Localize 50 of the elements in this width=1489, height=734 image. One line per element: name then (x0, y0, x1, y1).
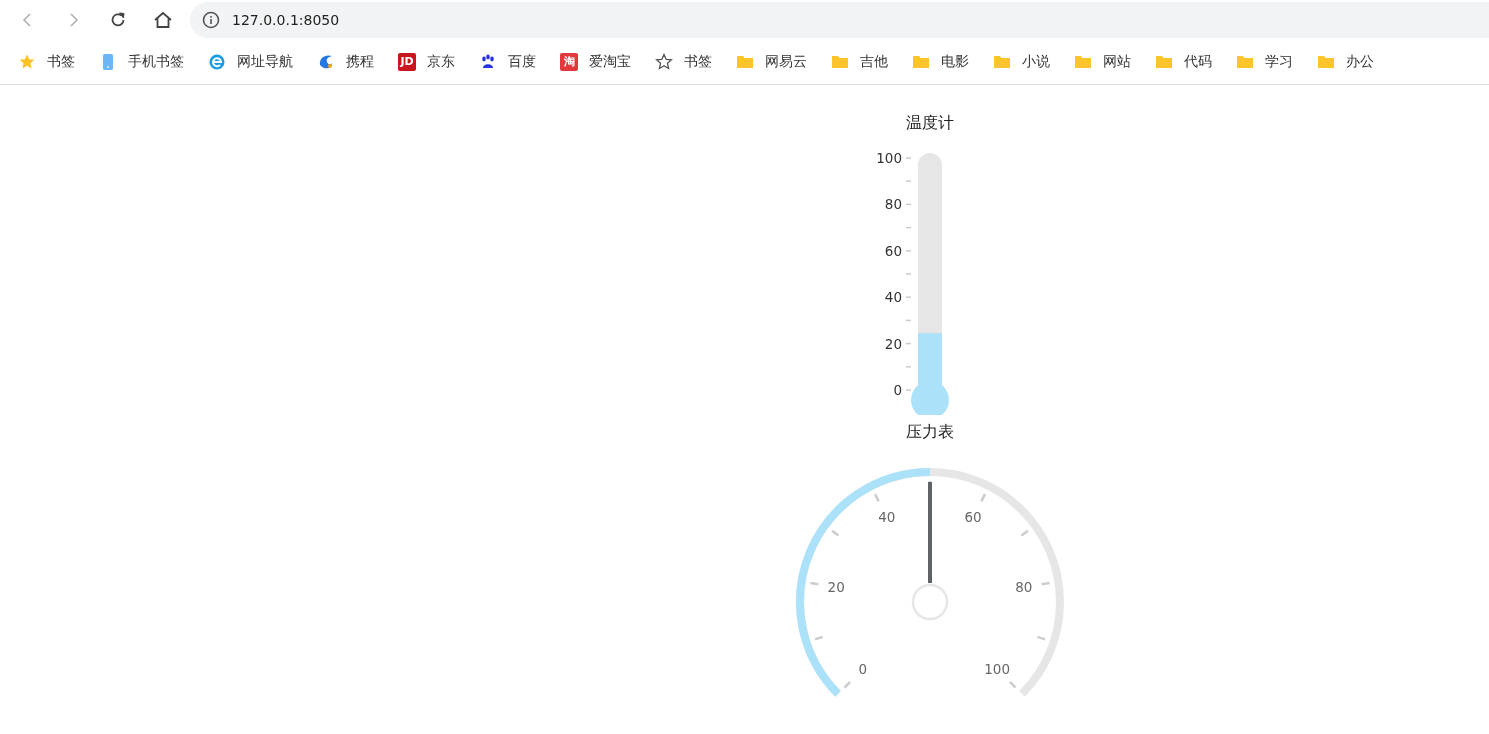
bookmark-item[interactable]: 书签 (18, 53, 75, 71)
scale-label: 0 (893, 382, 902, 398)
bookmark-item[interactable]: 网站 (1074, 53, 1131, 71)
folder-icon (1236, 53, 1254, 71)
star-icon (18, 53, 36, 71)
bookmark-item[interactable]: 电影 (912, 53, 969, 71)
folder-icon (831, 53, 849, 71)
gauge-label: 100 (984, 661, 1011, 678)
site-logo-icon: JD (398, 53, 416, 71)
scale-label: 60 (884, 242, 902, 259)
bookmark-item[interactable]: 网易云 (736, 53, 807, 71)
gauge-title: 压力表 (906, 421, 954, 443)
folder-icon (993, 53, 1011, 71)
gauge-label: 20 (827, 579, 845, 596)
scale-label: 20 (884, 335, 902, 352)
scale-label: 100 (876, 150, 902, 166)
reload-icon (109, 11, 127, 29)
bookmark-item[interactable]: 淘 爱淘宝 (560, 53, 631, 71)
bookmark-item[interactable]: 网址导航 (208, 53, 293, 71)
home-icon (153, 11, 173, 29)
info-icon[interactable] (202, 11, 220, 29)
bookmark-item[interactable]: 手机书签 (99, 53, 184, 71)
gauge-label: 60 (964, 509, 982, 526)
address-bar[interactable]: 127.0.0.1:8050 (190, 2, 1489, 38)
folder-icon (736, 53, 754, 71)
bookmark-item[interactable]: 代码 (1155, 53, 1212, 71)
paw-icon (479, 53, 497, 71)
url-text: 127.0.0.1:8050 (232, 12, 340, 28)
needle-pivot (911, 583, 949, 621)
gauge-label: 80 (1015, 579, 1033, 596)
bookmark-item[interactable]: 携程 (317, 53, 374, 71)
site-logo-icon: 淘 (560, 53, 578, 71)
bookmark-item[interactable]: JD 京东 (398, 53, 455, 71)
scale-label: 80 (884, 196, 902, 213)
folder-icon (1317, 53, 1335, 71)
bookmark-item[interactable]: 办公 (1317, 53, 1374, 71)
folder-icon (1074, 53, 1092, 71)
bookmark-item[interactable]: 吉他 (831, 53, 888, 71)
star-icon (655, 53, 673, 71)
folder-icon (912, 53, 930, 71)
bookmark-item[interactable]: 书签 (655, 53, 712, 71)
scale-label: 40 (884, 289, 902, 306)
thermometer-title: 温度计 (906, 112, 954, 134)
bookmark-item[interactable]: 百度 (479, 53, 536, 71)
folder-icon (1155, 53, 1173, 71)
bookmark-item[interactable]: 学习 (1236, 53, 1293, 71)
gauge-label: 40 (878, 509, 896, 526)
gauge-label: 0 (858, 661, 868, 678)
e-logo-icon (208, 53, 226, 71)
bookmark-item[interactable]: 小说 (993, 53, 1050, 71)
